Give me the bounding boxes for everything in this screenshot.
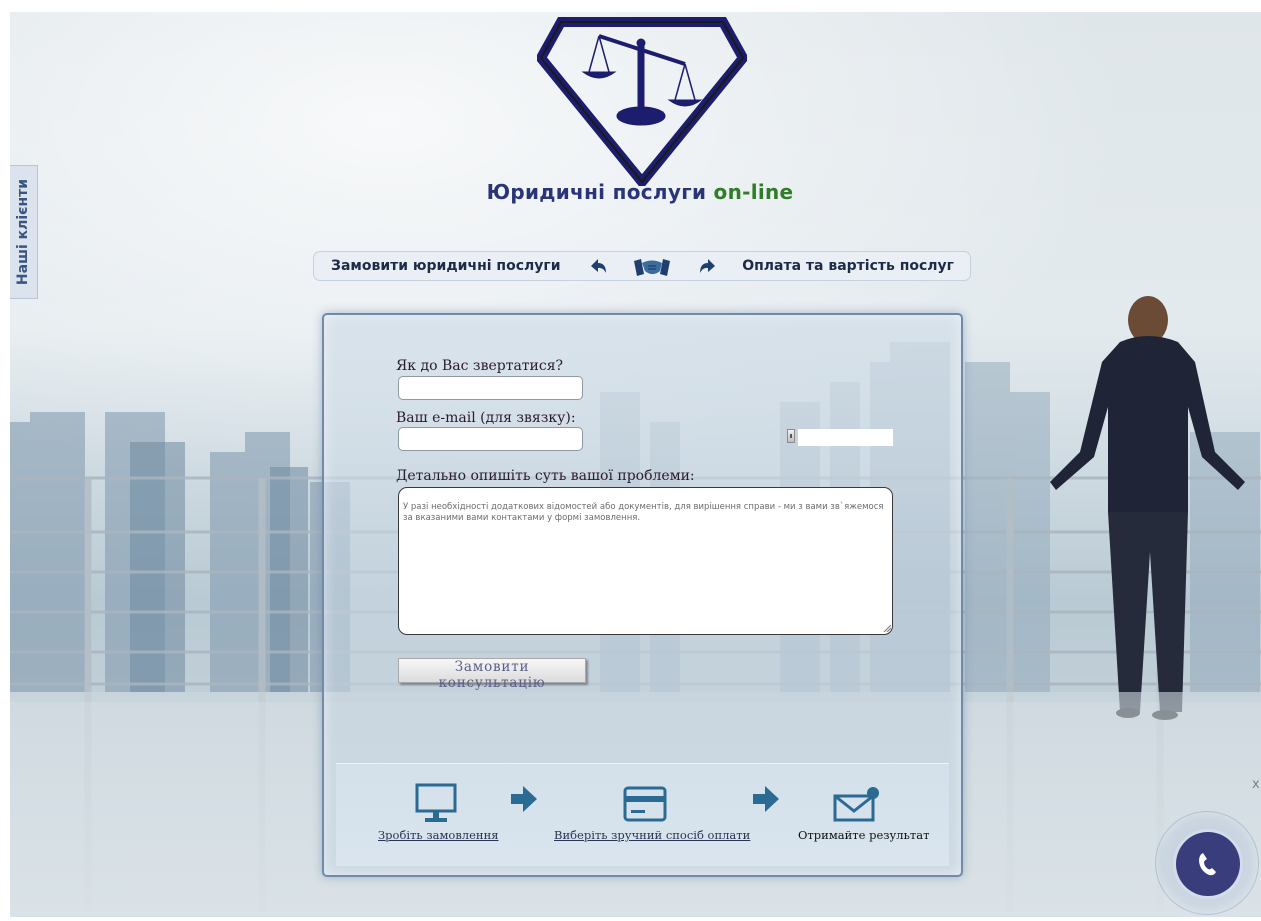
our-clients-tab-label: Наші клієнти <box>15 178 32 286</box>
step-get-result-text: Отримайте результат <box>798 828 930 842</box>
forward-arrow-icon[interactable] <box>697 256 719 278</box>
brand-title-accent: on-line <box>713 180 794 204</box>
problem-label: Детально опишіть суть вашої проблеми: <box>396 468 695 484</box>
brand-title: Юридичні послуги on-line <box>460 180 820 204</box>
order-legal-services-link[interactable]: Замовити юридичні послуги <box>331 258 561 274</box>
top-navigation: Замовити юридичні послуги Оплата та варт… <box>313 251 971 281</box>
envelope-icon <box>833 787 879 822</box>
callback-button[interactable] <box>1176 832 1240 896</box>
credit-card-icon <box>623 786 667 822</box>
step-make-order-link[interactable]: Зробіть замовлення <box>378 828 499 842</box>
resize-grip-icon[interactable] <box>883 624 891 632</box>
payment-and-prices-link[interactable]: Оплата та вартість послуг <box>742 258 954 274</box>
scales-logo-icon <box>537 17 747 186</box>
name-label: Як до Вас звертатися? <box>396 358 564 374</box>
monitor-icon <box>415 783 457 822</box>
page: Наші клієнти Юридичні послуги on-line За… <box>0 0 1261 921</box>
captcha-refresh-icon[interactable] <box>787 429 795 443</box>
handshake-icon <box>634 259 670 276</box>
back-arrow-icon[interactable] <box>587 256 609 278</box>
brand-title-main: Юридичні послуги <box>486 180 707 204</box>
captcha-input[interactable] <box>798 429 893 446</box>
step-choose-payment-link[interactable]: Виберіть зручний спосіб оплати <box>554 828 750 842</box>
order-form-panel: Як до Вас звертатися? Ваш e-mail (для зв… <box>322 313 963 877</box>
problem-description-textarea[interactable] <box>398 487 893 635</box>
order-consultation-button[interactable]: Замовити консультацію <box>398 658 586 691</box>
our-clients-tab[interactable]: Наші клієнти <box>10 165 38 299</box>
close-callback-button[interactable]: x <box>1252 777 1260 792</box>
phone-icon <box>1199 853 1216 876</box>
right-arrow-icon <box>753 786 779 812</box>
name-input[interactable] <box>398 376 583 400</box>
email-input[interactable] <box>398 427 583 451</box>
email-label: Ваш e-mail (для звязку): <box>396 410 576 426</box>
process-steps: Зробіть замовлення Виберіть зручний спос… <box>336 763 949 866</box>
right-arrow-icon <box>511 786 537 812</box>
